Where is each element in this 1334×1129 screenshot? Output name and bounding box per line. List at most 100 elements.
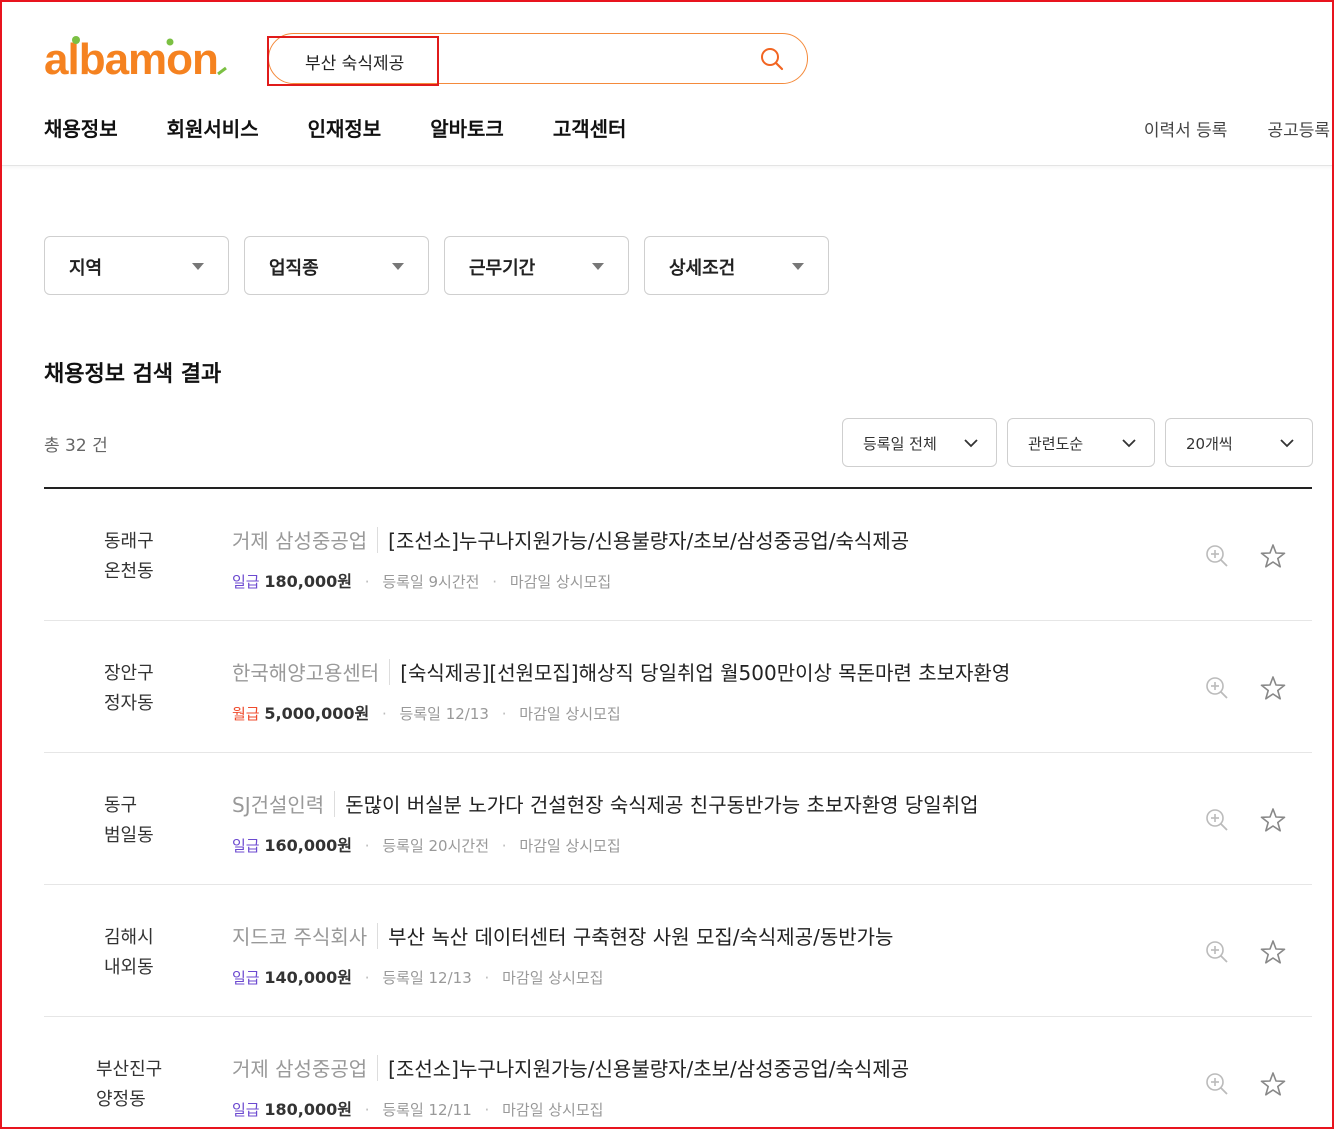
zoom-in-icon[interactable] [1204,543,1230,569]
pay-type: 월급 [232,705,260,723]
caret-down-icon [792,263,804,270]
job-title-link[interactable]: 부산 녹산 데이터센터 구축현장 사원 모집/숙식제공/동반가능 [388,925,893,949]
job-row[interactable]: 부산진구 양정동 거제 삼성중공업 [조선소]누구나지원가능/신용불량자/초보/삼… [44,1017,1312,1129]
filter-label: 근무기간 [469,258,536,279]
nav-item-jobs[interactable]: 채용정보 [44,113,118,142]
location-district: 장안구 [104,663,154,684]
row-actions [1204,1071,1286,1097]
filter-category[interactable]: 업직종 [244,236,429,295]
filter-label: 상세조건 [669,258,736,279]
job-location: 부산진구 양정동 [96,1055,162,1115]
job-heading: 지드코 주식회사 부산 녹산 데이터센터 구축현장 사원 모집/숙식제공/동반가능 [232,921,893,950]
job-title-link[interactable]: [조선소]누구나지원가능/신용불량자/초보/삼성중공업/숙식제공 [388,529,909,553]
job-title-link[interactable]: [숙식제공][선원모집]해상직 당일취업 월500만이상 목돈마련 초보자환영 [400,661,1010,685]
search-input[interactable]: 부산 숙식제공 [305,49,404,74]
location-neighborhood: 내외동 [104,957,154,978]
star-icon[interactable] [1260,543,1286,569]
registered-date: 등록일 20시간전 [382,837,489,855]
zoom-in-icon[interactable] [1204,939,1230,965]
albamon-logo[interactable]: albamon [42,30,232,84]
search-bar[interactable]: 부산 숙식제공 [267,33,808,86]
resume-register-link[interactable]: 이력서 등록 [1144,116,1228,141]
job-title-link[interactable]: [조선소]누구나지원가능/신용불량자/초보/삼성중공업/숙식제공 [388,1057,909,1081]
registered-date: 등록일 9시간전 [382,573,480,591]
divider [377,527,379,553]
star-icon[interactable] [1260,807,1286,833]
filter-label: 업직종 [269,258,319,279]
pay-amount: 180,000원 [264,572,352,591]
pay-type: 일급 [232,573,260,591]
nav-item-support[interactable]: 고객센터 [553,113,627,142]
deadline: 마감일 상시모집 [509,573,612,591]
location-district: 부산진구 [96,1059,163,1080]
pay-amount: 160,000원 [264,836,352,855]
company-name[interactable]: SJ건설인력 [232,793,324,817]
job-row[interactable]: 동구 범일동 SJ건설인력 돈많이 버실분 노가다 건설현장 숙식제공 친구동반가… [44,753,1312,885]
location-district: 동구 [104,795,138,816]
location-district: 동래구 [104,531,154,552]
job-title-link[interactable]: 돈많이 버실분 노가다 건설현장 숙식제공 친구동반가능 초보자환영 당일취업 [345,793,978,817]
filter-period[interactable]: 근무기간 [444,236,629,295]
meta-dot: · [501,705,507,723]
row-actions [1204,807,1286,833]
util-links: 이력서 등록 공고등록 [1104,116,1330,141]
registered-date: 등록일 12/11 [382,1101,472,1119]
zoom-in-icon[interactable] [1204,807,1230,833]
filter-bar: 지역 업직종 근무기간 상세조건 [44,236,844,295]
filter-region[interactable]: 지역 [44,236,229,295]
page-size-select[interactable]: 20개씩 [1165,418,1313,467]
filter-label: 지역 [69,258,103,279]
meta-dot: · [484,1101,490,1119]
job-row[interactable]: 장안구 정자동 한국해양고용센터 [숙식제공][선원모집]해상직 당일취업 월50… [44,621,1312,753]
divider [377,923,379,949]
location-neighborhood: 양정동 [96,1089,146,1110]
company-name[interactable]: 지드코 주식회사 [232,925,367,949]
filter-detail[interactable]: 상세조건 [644,236,829,295]
pay-type: 일급 [232,837,260,855]
company-name[interactable]: 거제 삼성중공업 [232,1057,367,1081]
company-name[interactable]: 거제 삼성중공업 [232,529,367,553]
svg-text:albamon: albamon [44,35,218,84]
job-location: 김해시 내외동 [104,923,154,983]
chevron-down-icon [1280,439,1294,448]
post-register-link[interactable]: 공고등록 [1267,116,1330,141]
caret-down-icon [192,263,204,270]
search-icon[interactable] [759,46,785,72]
job-heading: 거제 삼성중공업 [조선소]누구나지원가능/신용불량자/초보/삼성중공업/숙식제공 [232,1053,909,1082]
sort-order-select[interactable]: 관련도순 [1007,418,1155,467]
main-nav: 채용정보 회원서비스 인재정보 알바토크 고객센터 [44,113,675,142]
zoom-in-icon[interactable] [1204,1071,1230,1097]
job-list: 동래구 온천동 거제 삼성중공업 [조선소]누구나지원가능/신용불량자/초보/삼성… [44,487,1312,1129]
chevron-down-icon [1122,439,1136,448]
nav-item-talk[interactable]: 알바토크 [430,113,504,142]
meta-dot: · [364,837,370,855]
company-name[interactable]: 한국해양고용센터 [232,661,379,685]
caret-down-icon [592,263,604,270]
sort-label: 20개씩 [1186,435,1233,453]
results-title: 채용정보 검색 결과 [44,362,222,387]
job-location: 동래구 온천동 [104,527,154,587]
job-row[interactable]: 김해시 내외동 지드코 주식회사 부산 녹산 데이터센터 구축현장 사원 모집/숙… [44,885,1312,1017]
total-count: 총 32 건 [44,436,108,456]
row-actions [1204,675,1286,701]
chevron-down-icon [964,439,978,448]
deadline: 마감일 상시모집 [502,1101,604,1119]
star-icon[interactable] [1260,1071,1286,1097]
pay-amount: 180,000원 [264,1100,352,1119]
divider [389,659,391,685]
job-heading: SJ건설인력 돈많이 버실분 노가다 건설현장 숙식제공 친구동반가능 초보자환영… [232,789,979,818]
sort-date-select[interactable]: 등록일 전체 [842,418,997,467]
pay-type: 일급 [232,969,260,987]
job-location: 동구 범일동 [104,791,154,851]
nav-item-talent[interactable]: 인재정보 [308,113,382,142]
star-icon[interactable] [1260,675,1286,701]
sort-controls: 등록일 전체 관련도순 20개씩 [842,418,1313,467]
zoom-in-icon[interactable] [1204,675,1230,701]
meta-dot: · [484,969,490,987]
divider [377,1055,379,1081]
site-header: albamon 부산 숙식제공 채용정보 회원서비스 인재정보 알바토크 고객센… [0,0,1334,166]
job-meta: 일급 180,000원 · 등록일 9시간전 · 마감일 상시모집 [232,568,611,592]
star-icon[interactable] [1260,939,1286,965]
nav-item-member[interactable]: 회원서비스 [167,113,259,142]
job-row[interactable]: 동래구 온천동 거제 삼성중공업 [조선소]누구나지원가능/신용불량자/초보/삼성… [44,489,1312,621]
